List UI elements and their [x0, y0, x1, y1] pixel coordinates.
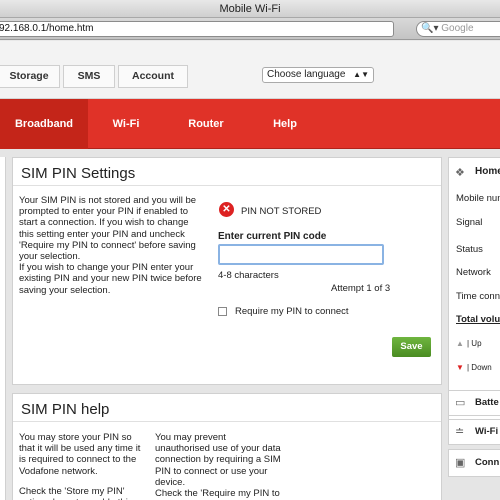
require-pin-label: Require my PIN to connect [235, 306, 349, 317]
tab-sms[interactable]: SMS [63, 65, 115, 88]
language-selected: Choose language [267, 69, 346, 80]
require-pin-checkbox[interactable] [218, 307, 227, 316]
help-col2b-text: Check the 'Require my PIN to [155, 488, 280, 500]
sidebar-battery[interactable]: Batte [475, 397, 499, 408]
sidebar-up: | Up [467, 339, 482, 348]
pin-attempt: Attempt 1 of 3 [331, 283, 391, 294]
window-title-bar: Mobile Wi-Fi [0, 0, 500, 18]
up-arrow-icon: ▲ [456, 339, 464, 348]
help-column-2: You may prevent unauthorised use of your… [155, 432, 283, 499]
language-select[interactable]: Choose language ▲▼ [262, 67, 374, 83]
magnifier-icon: 🔍▾ [421, 23, 439, 34]
error-x-icon: ✕ [219, 202, 234, 217]
monitor-icon: ▣ [455, 457, 466, 469]
page: Storage SMS Account Choose language ▲▼ B… [0, 41, 500, 500]
tab-storage[interactable]: Storage [0, 65, 60, 88]
sidebar-wifi[interactable]: Wi-Fi [475, 426, 498, 437]
top-bar: Storage SMS Account Choose language ▲▼ [0, 41, 500, 99]
sim-pin-settings-title: SIM PIN Settings [13, 158, 441, 186]
main-nav: Broadband Wi-Fi Router Help [0, 99, 500, 149]
nav-help[interactable]: Help [250, 99, 320, 149]
pin-input[interactable] [218, 244, 384, 265]
sidebar-row-time-connected: Time conn [456, 291, 500, 302]
sim-pin-help-title: SIM PIN help [13, 394, 441, 422]
nav-broadband[interactable]: Broadband [0, 99, 88, 149]
help-col1-text: You may store your PIN so that it will b… [19, 432, 141, 477]
address-bar[interactable]: 92.168.0.1/home.htm [0, 21, 394, 37]
sidebar-row-signal: Signal [456, 217, 483, 228]
pin-hint: 4-8 characters [218, 270, 279, 281]
sidebar-home-title[interactable]: Home [475, 166, 500, 177]
tab-account[interactable]: Account [118, 65, 188, 88]
sidebar-row-network: Network [456, 267, 491, 278]
battery-icon: ▭ [455, 397, 466, 409]
search-placeholder: Google [441, 23, 474, 34]
save-button[interactable]: Save [392, 337, 431, 357]
sidebar-total-volume[interactable]: Total volu [456, 314, 500, 325]
wifi-icon: ≐ [455, 426, 465, 438]
description-paragraph-1: Your SIM PIN is not stored and you will … [19, 195, 197, 263]
antenna-icon: ❖ [455, 167, 465, 179]
pin-field-label: Enter current PIN code [218, 231, 327, 242]
nav-wifi[interactable]: Wi-Fi [92, 99, 160, 149]
chevron-updown-icon: ▲▼ [353, 70, 369, 79]
sidebar-row-status: Status [456, 244, 483, 255]
sidebar-connections[interactable]: Conn [475, 457, 499, 468]
sidebar-row-mobile-number: Mobile num [456, 193, 500, 204]
sidebar-down: | Down [467, 363, 492, 372]
left-strip [0, 157, 6, 500]
nav-router[interactable]: Router [166, 99, 246, 149]
down-arrow-icon: ▼ [456, 363, 464, 372]
pin-status: PIN NOT STORED [241, 206, 322, 217]
help-col2-text: You may prevent unauthorised use of your… [155, 432, 281, 488]
browser-toolbar: 92.168.0.1/home.htm 🔍▾ Google [0, 18, 500, 40]
sim-pin-description: Your SIM PIN is not stored and you will … [19, 195, 204, 296]
search-field[interactable]: 🔍▾ Google [416, 21, 500, 37]
help-column-1: You may store your PIN so that it will b… [19, 432, 141, 500]
help-col1b-text: Check the 'Store my PIN' option above to… [19, 485, 133, 500]
window-title: Mobile Wi-Fi [219, 3, 281, 15]
description-paragraph-2: If you wish to change your PIN enter you… [19, 262, 202, 296]
